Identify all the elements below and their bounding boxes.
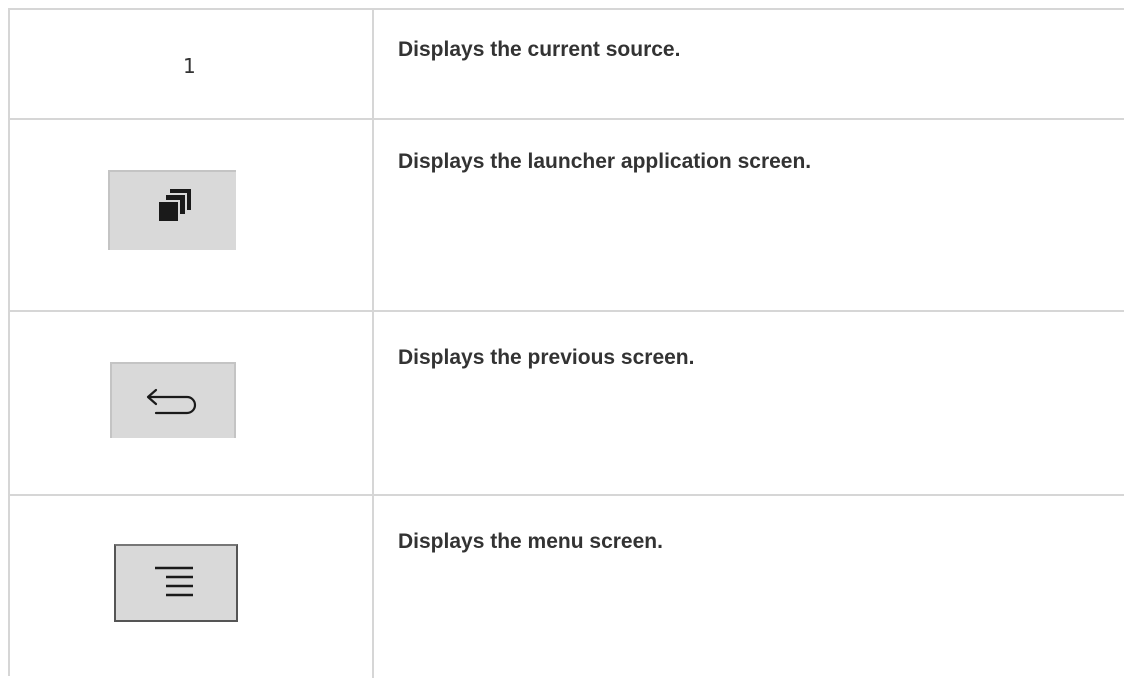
icon-cell: 1 [10,10,372,118]
launcher-button[interactable] [108,170,236,250]
column-divider [372,10,374,118]
menu-icon [155,566,193,597]
column-divider [372,496,374,678]
row-description: Displays the current source. [398,38,681,61]
back-icon [146,388,197,415]
button-reference-table: 1 Displays the current source. Displays … [8,8,1124,678]
table-row-launcher: Displays the launcher application screen… [10,120,1124,312]
row-description: Displays the previous screen. [398,346,695,369]
table-row-back: Displays the previous screen. [10,312,1124,496]
table-row-menu: Displays the menu screen. [10,496,1124,678]
row-description: Displays the launcher application screen… [398,150,812,173]
column-divider [372,312,374,494]
table-row-source: 1 Displays the current source. [10,10,1124,120]
launcher-icon [157,189,191,223]
icon-cell [10,120,372,310]
icon-cell [10,496,372,678]
row-description: Displays the menu screen. [398,530,663,553]
column-divider [372,120,374,310]
back-button[interactable] [110,362,236,438]
icon-cell [10,312,372,494]
menu-button[interactable] [114,544,238,622]
source-number-label: 1 [183,54,196,78]
